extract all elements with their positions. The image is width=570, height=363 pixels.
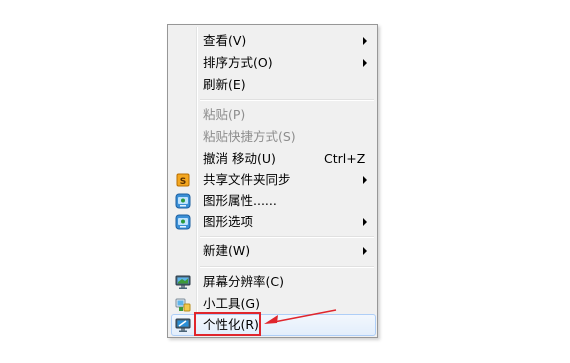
menu-item-label: 粘贴快捷方式(S): [203, 129, 296, 144]
graphics-options-icon: [175, 214, 191, 230]
submenu-arrow-icon: [363, 218, 367, 226]
graphics-properties-icon: [175, 193, 191, 209]
menu-separator: [200, 236, 374, 238]
menu-item-label: 小工具(G): [203, 296, 260, 311]
menu-item-undo-move[interactable]: 撤消 移动(U) Ctrl+Z: [171, 148, 376, 170]
submenu-arrow-icon: [363, 59, 367, 67]
sync-folder-icon: S: [176, 173, 190, 187]
submenu-arrow-icon: [363, 247, 367, 255]
desktop-context-menu: 查看(V) 排序方式(O) 刷新(E) 粘贴(P) 粘贴快捷方式(S) 撤消 移…: [167, 24, 378, 338]
menu-item-sort-by[interactable]: 排序方式(O): [171, 52, 376, 74]
menu-item-screen-resolution[interactable]: 屏幕分辨率(C): [171, 271, 376, 293]
menu-item-paste: 粘贴(P): [171, 104, 376, 126]
personalize-icon: [175, 318, 191, 332]
monitor-icon: [175, 275, 191, 289]
menu-separator: [200, 266, 374, 268]
menu-item-label: 图形选项: [203, 214, 254, 229]
menu-item-label: 排序方式(O): [203, 55, 273, 70]
menu-separator: [200, 99, 374, 101]
menu-item-graphics-properties[interactable]: 图形属性......: [171, 190, 376, 212]
menu-item-label: 撤消 移动(U): [203, 151, 276, 166]
menu-item-refresh[interactable]: 刷新(E): [171, 74, 376, 96]
menu-item-label: 刷新(E): [203, 77, 246, 92]
menu-item-view[interactable]: 查看(V): [171, 30, 376, 52]
menu-item-label: 查看(V): [203, 33, 247, 48]
menu-item-paste-shortcut: 粘贴快捷方式(S): [171, 126, 376, 148]
menu-item-graphics-options[interactable]: 图形选项: [171, 211, 376, 233]
submenu-arrow-icon: [363, 37, 367, 45]
menu-item-shared-folder-sync[interactable]: S 共享文件夹同步: [171, 169, 376, 191]
menu-item-label: 屏幕分辨率(C): [203, 274, 284, 289]
annotation-highlight-box: [194, 312, 261, 336]
menu-item-label: 图形属性......: [203, 193, 277, 208]
svg-text:S: S: [180, 177, 186, 187]
submenu-arrow-icon: [363, 176, 367, 184]
menu-item-shortcut: Ctrl+Z: [324, 151, 366, 166]
desktop-area: 查看(V) 排序方式(O) 刷新(E) 粘贴(P) 粘贴快捷方式(S) 撤消 移…: [0, 0, 570, 363]
menu-item-label: 共享文件夹同步: [203, 172, 291, 187]
menu-item-label: 新建(W): [203, 243, 251, 258]
menu-item-label: 粘贴(P): [203, 107, 246, 122]
annotation-arrow-icon: [264, 309, 337, 324]
gadgets-icon: [175, 298, 191, 312]
menu-item-new[interactable]: 新建(W): [171, 240, 376, 262]
